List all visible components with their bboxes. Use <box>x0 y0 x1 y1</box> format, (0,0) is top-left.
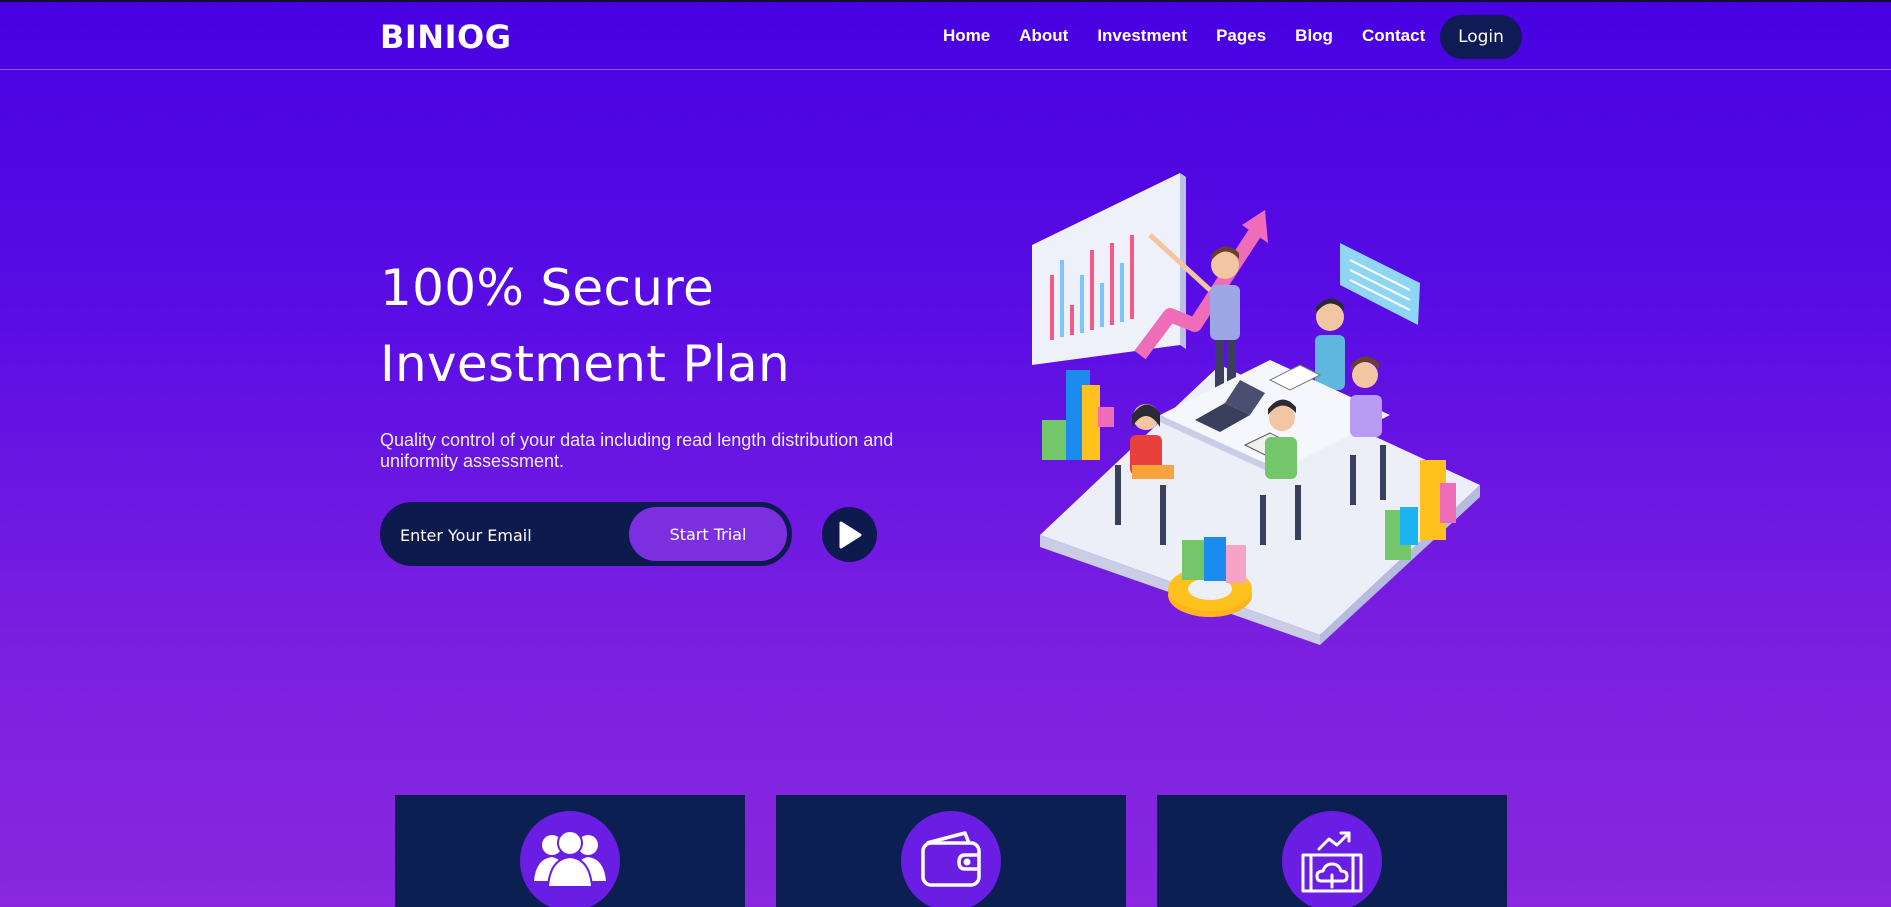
nav-link-pages[interactable]: Pages <box>1216 26 1266 46</box>
feature-icon-circle-2 <box>901 811 1001 907</box>
hero-title-line-1: 100% Secure <box>380 259 715 317</box>
feature-icon-circle-3 <box>1282 811 1382 907</box>
hero-title: 100% Secure Investment Plan <box>380 250 790 402</box>
login-button[interactable]: Login <box>1440 15 1522 59</box>
wallet-icon <box>921 831 981 887</box>
email-signup-form: Start Trial <box>380 502 792 566</box>
hero-title-line-2: Investment Plan <box>380 335 790 393</box>
nav-link-contact[interactable]: Contact <box>1362 26 1425 46</box>
main-nav: Home About Investment Pages Blog Contact <box>943 26 1454 46</box>
feature-card-3[interactable] <box>1157 795 1507 907</box>
feature-card-1[interactable] <box>395 795 745 907</box>
play-icon <box>839 521 861 548</box>
start-trial-button[interactable]: Start Trial <box>629 507 787 561</box>
cloud-growth-icon <box>1301 831 1363 893</box>
nav-link-blog[interactable]: Blog <box>1295 26 1333 46</box>
team-meeting-illustration <box>1032 173 1480 645</box>
feature-card-2[interactable] <box>776 795 1126 907</box>
feature-icon-circle-1 <box>520 811 620 907</box>
users-group-icon <box>534 830 606 888</box>
hero-subtitle: Quality control of your data including r… <box>380 430 894 471</box>
logo[interactable]: BINIOG <box>380 18 511 56</box>
nav-link-investment[interactable]: Investment <box>1097 26 1187 46</box>
email-input[interactable] <box>400 523 620 547</box>
nav-link-about[interactable]: About <box>1019 26 1068 46</box>
play-video-button[interactable] <box>822 507 877 562</box>
nav-link-home[interactable]: Home <box>943 26 990 46</box>
navbar: BINIOG Home About Investment Pages Blog … <box>0 2 1891 70</box>
